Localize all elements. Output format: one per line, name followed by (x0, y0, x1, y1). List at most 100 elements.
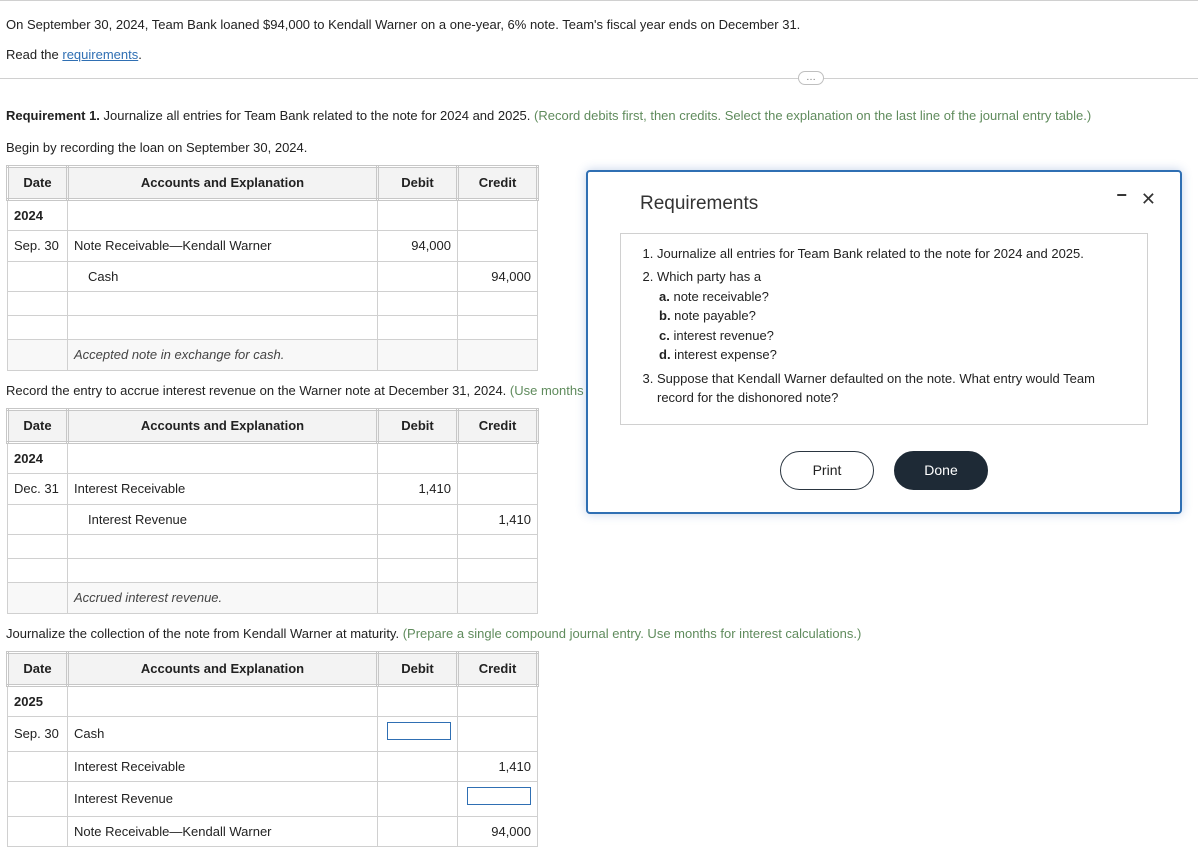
table-row: 2025 (8, 685, 538, 717)
table-row: Sep. 30 Note Receivable—Kendall Warner 9… (8, 231, 538, 262)
credit-cell[interactable] (458, 474, 538, 505)
table-row: Interest Receivable 1,410 (8, 751, 538, 782)
th-accounts: Accounts and Explanation (68, 167, 378, 200)
journal-table-3: Date Accounts and Explanation Debit Cred… (6, 651, 539, 847)
account-cell[interactable]: Cash (68, 261, 378, 292)
req-item-1: Journalize all entries for Team Bank rel… (657, 244, 1133, 264)
credit-cell[interactable]: 1,410 (458, 504, 538, 535)
account-cell[interactable]: Interest Revenue (68, 782, 378, 817)
explanation-cell[interactable]: Accrued interest revenue. (68, 583, 378, 614)
th-accounts: Accounts and Explanation (68, 410, 378, 443)
expand-button[interactable]: … (798, 71, 824, 85)
debit-input[interactable] (387, 722, 451, 740)
table-row: Accrued interest revenue. (8, 583, 538, 614)
section2-instruction-hint: (Use months (510, 383, 584, 398)
th-debit: Debit (378, 167, 458, 200)
date-cell: Sep. 30 (8, 717, 68, 752)
section3-instruction-text: Journalize the collection of the note fr… (6, 626, 403, 641)
account-cell[interactable]: Note Receivable—Kendall Warner (68, 231, 378, 262)
journal-table-1: Date Accounts and Explanation Debit Cred… (6, 165, 539, 371)
year-cell: 2024 (8, 199, 68, 231)
th-date: Date (8, 410, 68, 443)
debit-cell[interactable] (378, 504, 458, 535)
done-button[interactable]: Done (894, 451, 988, 490)
read-suffix: . (138, 47, 142, 62)
table-row: Dec. 31 Interest Receivable 1,410 (8, 474, 538, 505)
req-item-2b: b. note payable? (659, 306, 1133, 326)
explanation-cell[interactable]: Accepted note in exchange for cash. (68, 340, 378, 371)
req-item-2: Which party has a a. a. note receivable?… (657, 267, 1133, 365)
table-row: Interest Revenue (8, 782, 538, 817)
section3-instruction-hint: (Prepare a single compound journal entry… (403, 626, 862, 641)
account-cell[interactable]: Interest Revenue (68, 504, 378, 535)
req-item-2a: a. a. note receivable?note receivable? (659, 287, 1133, 307)
table-row (8, 292, 538, 316)
section3-instruction: Journalize the collection of the note fr… (6, 624, 1192, 644)
requirement-1-hint: (Record debits first, then credits. Sele… (534, 108, 1091, 123)
th-credit: Credit (458, 167, 538, 200)
modal-body: Journalize all entries for Team Bank rel… (620, 233, 1148, 425)
read-requirements-line: Read the requirements. (6, 45, 1192, 65)
debit-cell[interactable]: 94,000 (378, 231, 458, 262)
account-cell[interactable]: Cash (68, 717, 378, 752)
minimize-icon[interactable]: − (1116, 186, 1127, 204)
debit-cell[interactable] (378, 261, 458, 292)
date-cell: Sep. 30 (8, 231, 68, 262)
debit-cell[interactable] (378, 751, 458, 782)
scenario-text: On September 30, 2024, Team Bank loaned … (6, 15, 1192, 35)
table-row: Accepted note in exchange for cash. (8, 340, 538, 371)
table-row: 2024 (8, 442, 538, 474)
credit-cell[interactable] (458, 717, 538, 752)
requirement-1-heading: Requirement 1. Journalize all entries fo… (6, 106, 1192, 126)
table-row: Cash 94,000 (8, 261, 538, 292)
credit-cell[interactable] (458, 231, 538, 262)
table-row: Interest Revenue 1,410 (8, 504, 538, 535)
requirements-link[interactable]: requirements (62, 47, 138, 62)
debit-cell[interactable] (378, 782, 458, 817)
requirement-1-text: Journalize all entries for Team Bank rel… (100, 108, 534, 123)
print-button[interactable]: Print (780, 451, 874, 490)
close-icon[interactable]: ✕ (1141, 190, 1156, 208)
debit-cell[interactable] (378, 717, 458, 752)
req-item-2c: c. interest revenue? (659, 326, 1133, 346)
year-cell: 2024 (8, 442, 68, 474)
table-row (8, 316, 538, 340)
credit-cell[interactable]: 94,000 (458, 816, 538, 847)
table-row: Sep. 30 Cash (8, 717, 538, 752)
th-debit: Debit (378, 410, 458, 443)
account-label: Interest Revenue (74, 510, 187, 530)
th-date: Date (8, 167, 68, 200)
account-cell[interactable]: Interest Receivable (68, 751, 378, 782)
th-date: Date (8, 653, 68, 686)
table-row: Note Receivable—Kendall Warner 94,000 (8, 816, 538, 847)
credit-input[interactable] (467, 787, 531, 805)
table-row: 2024 (8, 199, 538, 231)
section2-instruction-text: Record the entry to accrue interest reve… (6, 383, 510, 398)
requirements-modal: Requirements − ✕ Journalize all entries … (586, 170, 1182, 514)
credit-cell[interactable]: 1,410 (458, 751, 538, 782)
section1-instruction: Begin by recording the loan on September… (6, 138, 1192, 158)
th-debit: Debit (378, 653, 458, 686)
th-credit: Credit (458, 653, 538, 686)
read-prefix: Read the (6, 47, 62, 62)
req-item-3: Suppose that Kendall Warner defaulted on… (657, 369, 1133, 408)
table-row (8, 535, 538, 559)
modal-title: Requirements (612, 190, 758, 219)
requirement-1-label: Requirement 1. (6, 108, 100, 123)
credit-cell[interactable]: 94,000 (458, 261, 538, 292)
req-item-2-text: Which party has a (657, 269, 761, 284)
debit-cell[interactable] (378, 816, 458, 847)
th-accounts: Accounts and Explanation (68, 653, 378, 686)
req-item-2d: d. interest expense? (659, 345, 1133, 365)
date-cell: Dec. 31 (8, 474, 68, 505)
credit-cell[interactable] (458, 782, 538, 817)
account-label: Cash (74, 267, 118, 287)
debit-cell[interactable]: 1,410 (378, 474, 458, 505)
account-cell[interactable]: Note Receivable—Kendall Warner (68, 816, 378, 847)
ellipsis-icon: … (806, 73, 816, 83)
th-credit: Credit (458, 410, 538, 443)
journal-table-2: Date Accounts and Explanation Debit Cred… (6, 408, 539, 614)
table-row (8, 559, 538, 583)
year-cell: 2025 (8, 685, 68, 717)
account-cell[interactable]: Interest Receivable (68, 474, 378, 505)
